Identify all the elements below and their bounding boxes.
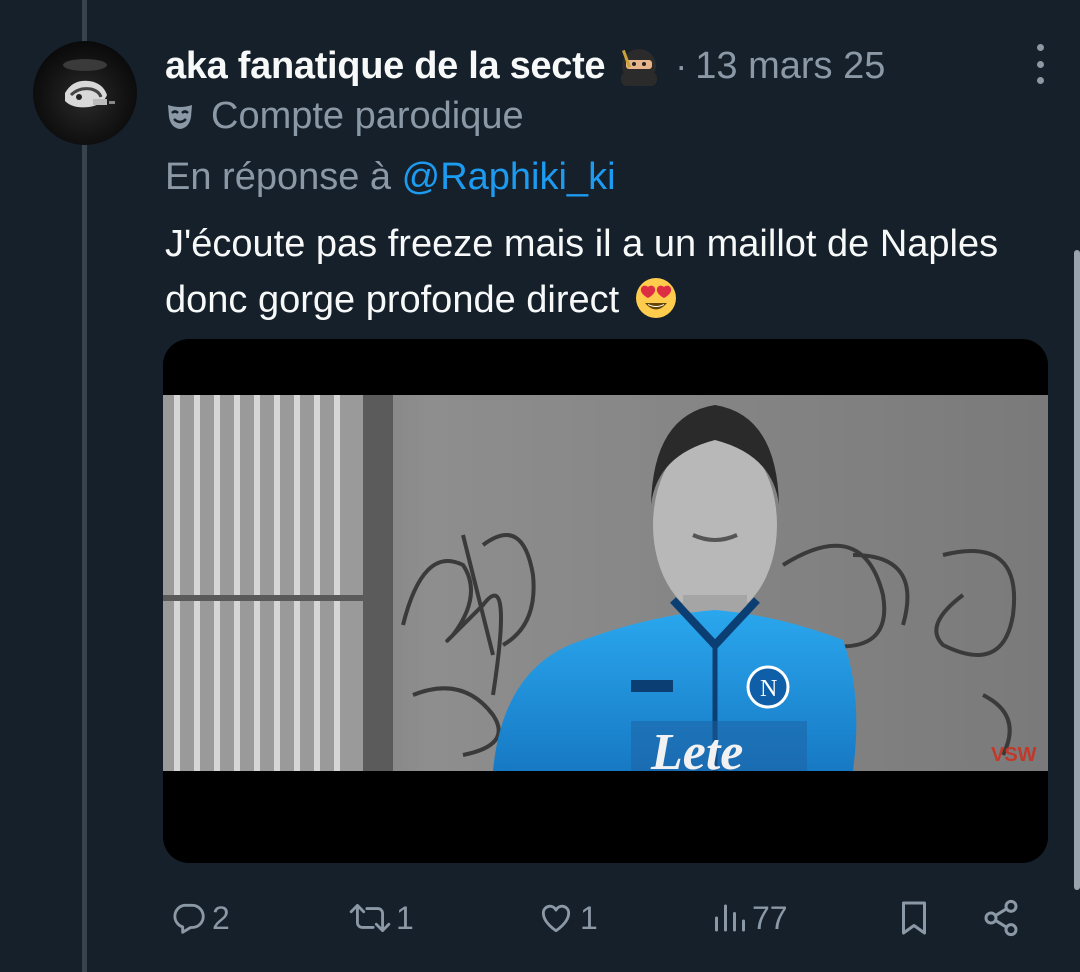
heart-eyes-emoji-icon [635, 278, 676, 318]
ninja-emoji-icon [621, 49, 658, 86]
avatar-image [63, 59, 115, 108]
heart-icon [541, 904, 571, 933]
tweet-date[interactable]: 13 mars 25 [695, 45, 885, 88]
tweet-actions: 2 1 1 77 [0, 890, 1080, 950]
scrollbar[interactable] [1074, 250, 1080, 890]
mask-icon [168, 105, 192, 129]
thread-connector-line [82, 0, 87, 972]
reply-button[interactable]: 2 [170, 890, 230, 946]
repost-count: 1 [396, 899, 414, 936]
video-still-image: N Lete VSW [163, 395, 1048, 771]
tweet-text: J'écoute pas freeze mais il a un maillot… [165, 216, 1025, 328]
share-icon [984, 899, 1018, 937]
repost-icon [349, 904, 391, 932]
tweet-header: aka fanatique de la secte · 13 mars 25 [165, 40, 1040, 92]
avatar[interactable] [33, 41, 137, 145]
video-media[interactable]: N Lete VSW [163, 339, 1048, 863]
bookmark-icon [902, 901, 926, 935]
video-watermark: VSW [991, 744, 1037, 766]
video-frame: N Lete VSW [163, 395, 1048, 771]
jersey-sponsor-text: Lete [650, 724, 743, 771]
reply-mention-link[interactable]: @Raphiki_ki [402, 156, 616, 198]
tweet-text-body: J'écoute pas freeze mais il a un maillot… [165, 223, 999, 321]
repost-button[interactable]: 1 [348, 890, 414, 946]
reply-count: 2 [212, 899, 230, 936]
views-icon [715, 904, 745, 932]
reply-prefix: En réponse à [165, 156, 392, 198]
author-name[interactable]: aka fanatique de la secte [165, 45, 606, 88]
view-count: 77 [752, 899, 788, 936]
svg-text:N: N [760, 676, 777, 702]
reply-context: En réponse à @Raphiki_ki [165, 156, 616, 199]
bookmark-button[interactable] [896, 890, 932, 946]
share-button[interactable] [980, 890, 1022, 946]
header-separator: · [675, 45, 688, 86]
like-count: 1 [580, 899, 598, 936]
like-button[interactable]: 1 [536, 890, 598, 946]
views-button[interactable]: 77 [712, 890, 788, 946]
parody-text: Compte parodique [211, 94, 524, 137]
parody-label: Compte parodique [165, 93, 524, 139]
more-icon[interactable] [1032, 44, 1048, 84]
reply-icon [173, 903, 205, 934]
